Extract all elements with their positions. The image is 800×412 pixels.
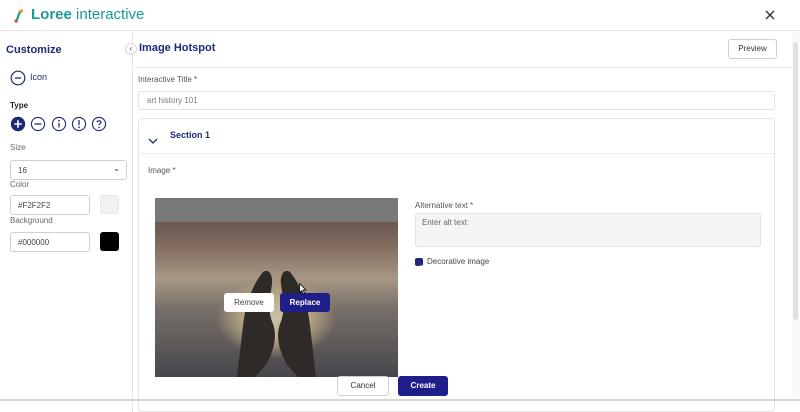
page-title: Image Hotspot	[139, 42, 216, 54]
decorative-image-checkbox[interactable]	[415, 258, 423, 270]
section-card: Section 1 Image * Remove Replace Alterna…	[138, 118, 775, 412]
footer-bar: Cancel Create	[0, 374, 800, 400]
main-scrollbar[interactable]	[792, 32, 800, 399]
color-hex-input[interactable]: #F2F2F2	[10, 195, 90, 215]
image-label: Image *	[148, 166, 176, 175]
exclamation-circle-icon[interactable]	[71, 116, 87, 132]
close-icon[interactable]	[762, 7, 778, 23]
section-header[interactable]: Section 1	[139, 119, 774, 154]
size-label: Size	[10, 143, 26, 152]
color-swatch[interactable]	[100, 195, 119, 214]
background-swatch[interactable]	[100, 232, 119, 251]
remove-image-button[interactable]: Remove	[224, 293, 274, 312]
decorative-image-label: Decorative image	[427, 257, 490, 266]
background-hex-input[interactable]: #000000	[10, 232, 90, 252]
brand-name: Loree interactive	[31, 6, 144, 24]
background-label: Background	[10, 216, 53, 225]
question-circle-icon[interactable]	[91, 116, 107, 132]
customize-sidebar: Customize Icon Type Size 16 ⌄ Color #F2F…	[0, 32, 133, 412]
section-title: Section 1	[170, 130, 211, 140]
size-select[interactable]: 16 ⌄	[10, 160, 127, 180]
interactive-title-input[interactable]: art history 101	[138, 91, 775, 110]
type-label: Type	[10, 101, 29, 110]
size-value: 16	[18, 166, 27, 175]
minus-circle-icon[interactable]	[30, 116, 46, 132]
alt-text-label: Alternative text *	[415, 201, 474, 210]
bottom-divider	[0, 399, 800, 401]
create-button[interactable]: Create	[398, 376, 448, 396]
minus-circle-icon[interactable]	[10, 70, 26, 86]
icon-toggle-label: Icon	[30, 72, 48, 82]
alt-text-input[interactable]: Enter alt text	[415, 213, 761, 247]
mouse-cursor-icon	[299, 283, 307, 295]
color-label: Color	[10, 180, 30, 189]
loree-logo-icon	[12, 8, 26, 24]
interactive-title-label: Interactive Title *	[138, 75, 198, 84]
replace-image-button[interactable]: Replace	[280, 293, 330, 312]
cancel-button[interactable]: Cancel	[337, 376, 389, 396]
main-panel: Image Hotspot Preview Interactive Title …	[134, 32, 792, 412]
info-circle-icon[interactable]	[51, 116, 67, 132]
scrollbar-thumb[interactable]	[793, 42, 798, 320]
preview-button[interactable]: Preview	[728, 39, 777, 59]
image-preview[interactable]: Remove Replace	[155, 198, 398, 377]
main-header: Image Hotspot Preview	[134, 32, 792, 68]
plus-circle-icon[interactable]	[10, 116, 26, 132]
chevron-down-icon	[148, 132, 158, 144]
brand-name-bold: Loree	[31, 6, 72, 23]
chevron-down-icon: ⌄	[113, 164, 120, 173]
brand-name-light: interactive	[71, 6, 145, 23]
sidebar-title: Customize	[6, 44, 62, 56]
collapse-sidebar-button[interactable]: ‹	[125, 43, 137, 55]
top-bar: Loree interactive	[0, 0, 800, 31]
